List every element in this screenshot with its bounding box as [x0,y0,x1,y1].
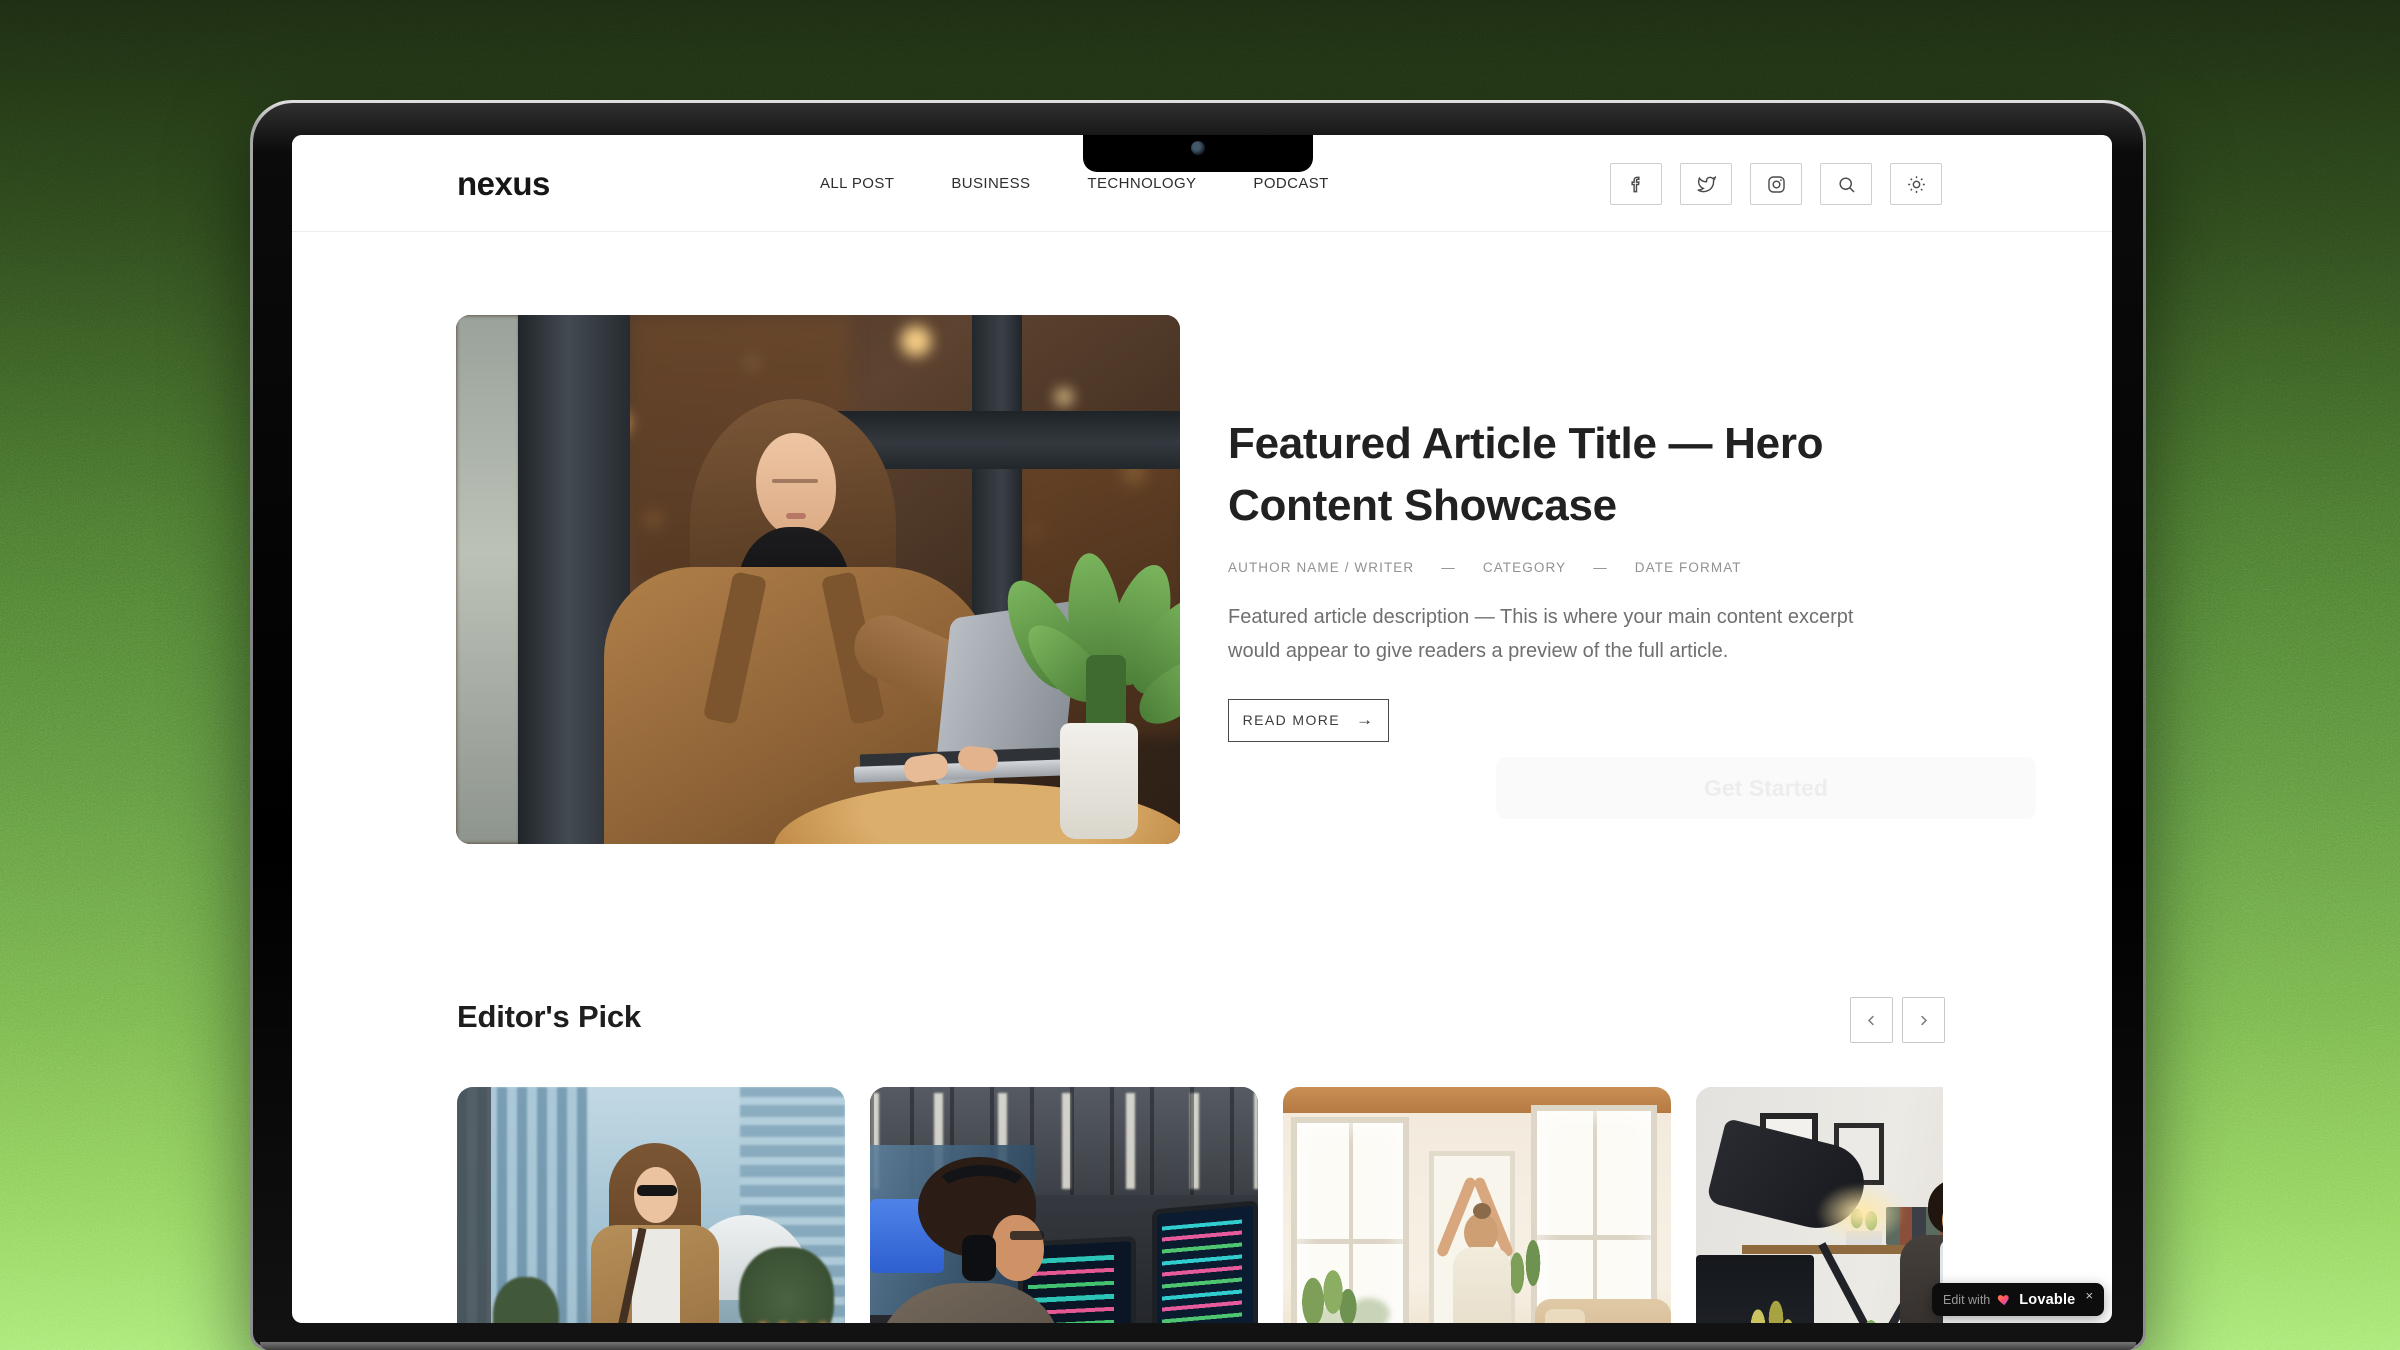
meta-separator: — [1593,560,1608,575]
card-home-office-photo[interactable] [1696,1087,1943,1323]
twitter-icon [1697,175,1716,194]
card-developer-photo[interactable] [870,1087,1258,1323]
arrow-right-icon: → [1356,710,1374,730]
photo-developer-at-monitors [870,1087,1258,1323]
ghost-get-started-button[interactable]: Get Started [1496,757,2036,819]
woman-face [756,433,836,537]
facebook-button[interactable] [1610,163,1662,205]
nav-item-podcast[interactable]: PODCAST [1253,175,1328,192]
chevron-right-icon [1916,1013,1931,1028]
featured-article-image-woman-in-cafe[interactable] [456,315,1180,844]
laptop-notch [1083,135,1313,172]
instagram-button[interactable] [1750,163,1802,205]
headphones [930,1165,1034,1225]
editors-pick-carousel [457,1087,1943,1323]
badge-close-icon[interactable]: × [2085,1288,2093,1303]
laptop-screen: nexus ALL POST BUSINESS TECHNOLOGY PODCA… [292,135,2112,1323]
date-label: DATE FORMAT [1635,560,1742,575]
site-logo[interactable]: nexus [457,135,550,232]
instagram-icon [1767,175,1786,194]
card-street-style-photo[interactable] [457,1087,845,1323]
chevron-left-icon [1864,1013,1879,1028]
meta-separator: — [1441,560,1456,575]
search-button[interactable] [1820,163,1872,205]
facebook-icon [1627,175,1646,194]
sunglasses [637,1185,677,1196]
nav-item-technology[interactable]: TECHNOLOGY [1087,175,1196,192]
read-more-button[interactable]: READ MORE → [1228,699,1389,742]
carousel-prev-button[interactable] [1850,997,1893,1043]
plant-pot [1060,723,1138,839]
photo-street-style-woman [457,1087,845,1323]
author-label: AUTHOR NAME / WRITER [1228,560,1414,575]
carousel-track[interactable] [457,1087,1943,1323]
laptop-mockup: nexus ALL POST BUSINESS TECHNOLOGY PODCA… [250,100,2146,1350]
photo-home-office-desk [1696,1087,1943,1323]
nav-item-all-post[interactable]: ALL POST [820,175,894,192]
edit-with-lovable-badge[interactable]: Edit with Lovable × [1932,1283,2104,1316]
photo-yoga-session [1283,1087,1671,1323]
laptop-hinge [260,1342,2136,1350]
theme-toggle-button[interactable] [1890,163,1942,205]
carousel-next-button[interactable] [1902,997,1945,1043]
article-meta: AUTHOR NAME / WRITER — CATEGORY — DATE F… [1228,560,1988,575]
editors-pick-heading: Editor's Pick [457,999,641,1035]
webcam-dot [1191,141,1205,155]
featured-article-title: Featured Article Title — Hero Content Sh… [1228,413,1988,538]
twitter-button[interactable] [1680,163,1732,205]
carousel-controls [1850,997,1945,1043]
search-icon [1837,175,1856,194]
featured-article-description: Featured article description — This is w… [1228,600,1928,669]
card-yoga-photo[interactable] [1283,1087,1671,1323]
header-icon-buttons [1610,163,1942,205]
featured-article-block: Featured Article Title — Hero Content Sh… [1228,413,1988,742]
sun-icon [1907,175,1926,194]
lovable-heart-icon [1997,1292,2012,1307]
category-label: CATEGORY [1483,560,1566,575]
nav-item-business[interactable]: BUSINESS [951,175,1030,192]
